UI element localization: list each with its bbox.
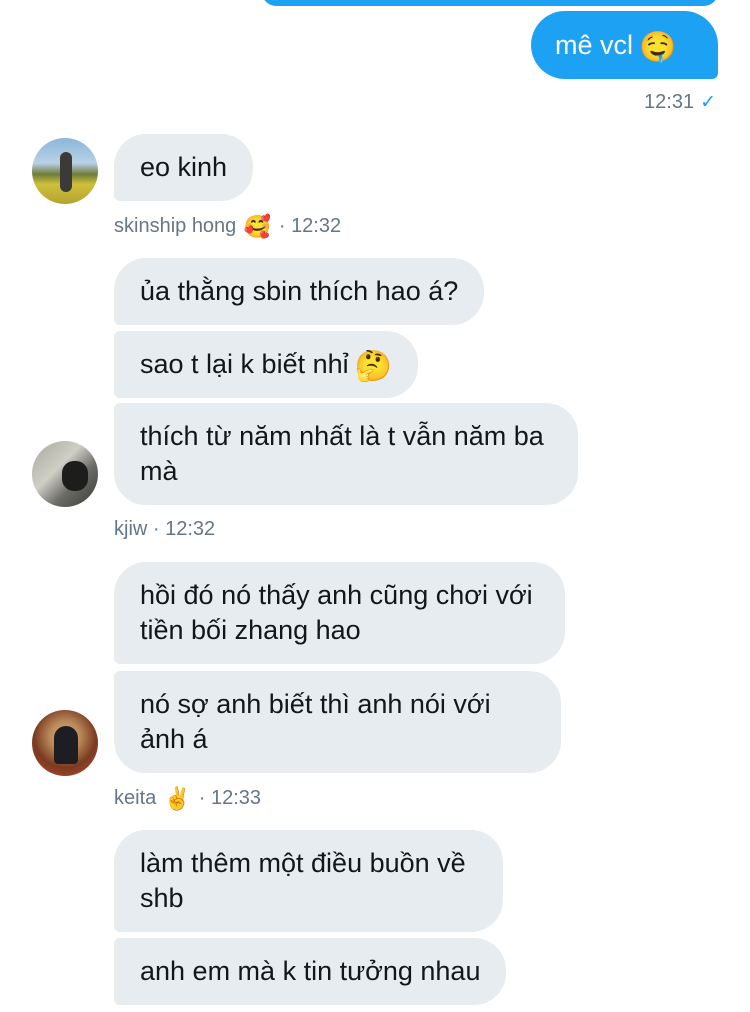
previous-outgoing-bubble xyxy=(262,0,718,6)
message-text: hồi đó nó thấy anh cũng chơi với tiền bố… xyxy=(140,580,533,645)
meta-separator: · xyxy=(193,787,211,809)
incoming-message-bubble[interactable]: ủa thằng sbin thích hao á? xyxy=(114,258,485,325)
avatar-kjiw[interactable] xyxy=(32,441,98,507)
sender-meta: keita ✌️ · 12:33 xyxy=(114,786,261,812)
meta-separator: · xyxy=(273,215,292,237)
avatar-figure xyxy=(54,726,78,764)
outgoing-message-bubble[interactable]: mê vcl 🤤 xyxy=(531,11,718,79)
victory-hand-emoji: ✌️ xyxy=(163,786,192,811)
incoming-message-bubble[interactable]: thích từ năm nhất là t vẫn năm ba mà xyxy=(114,403,578,505)
message-text: nó sợ anh biết thì anh nói với ảnh á xyxy=(140,689,491,754)
incoming-message-bubble[interactable]: eo kinh xyxy=(114,134,254,201)
message-time: 12:33 xyxy=(211,787,262,809)
outgoing-message-time: 12:31 xyxy=(644,91,695,113)
message-text: eo kinh xyxy=(140,152,228,182)
sender-meta: skinship hong 🥰 · 12:32 xyxy=(114,214,341,240)
incoming-message-bubble[interactable]: nó sợ anh biết thì anh nói với ảnh á xyxy=(114,671,561,773)
message-time: 12:32 xyxy=(165,518,216,540)
avatar-figure xyxy=(62,461,88,491)
avatar-skinship-hong[interactable] xyxy=(32,138,98,204)
sender-name: keita xyxy=(114,787,157,809)
incoming-message-bubble[interactable]: anh em mà k tin tưởng nhau xyxy=(114,938,507,1005)
message-text: anh em mà k tin tưởng nhau xyxy=(140,956,481,986)
outgoing-message-text: mê vcl xyxy=(555,30,634,60)
incoming-message-bubble[interactable]: sao t lại k biết nhỉ 🤔 xyxy=(114,331,418,398)
incoming-message-bubble[interactable]: hồi đó nó thấy anh cũng chơi với tiền bố… xyxy=(114,562,565,664)
avatar-figure xyxy=(60,152,72,192)
message-text: làm thêm một điều buồn về shb xyxy=(140,848,466,913)
thinking-face-emoji: 🤔 xyxy=(354,350,392,383)
message-text: sao t lại k biết nhỉ xyxy=(140,349,349,379)
avatar-keita[interactable] xyxy=(32,710,98,776)
smiling-face-with-hearts-emoji: 🥰 xyxy=(243,214,272,239)
sender-name: skinship hong xyxy=(114,215,237,237)
drooling-face-emoji: 🤤 xyxy=(639,31,677,64)
sent-check-icon: ✓ xyxy=(700,92,716,113)
message-text: ủa thằng sbin thích hao á? xyxy=(140,276,459,306)
message-time: 12:32 xyxy=(291,215,342,237)
sender-meta: kjiw · 12:32 xyxy=(114,518,215,541)
outgoing-message-meta: 12:31 ✓ xyxy=(644,91,716,114)
sender-name: kjiw xyxy=(114,518,148,540)
incoming-message-bubble[interactable]: làm thêm một điều buồn về shb xyxy=(114,830,503,932)
meta-separator: · xyxy=(147,518,166,540)
message-text: thích từ năm nhất là t vẫn năm ba mà xyxy=(140,421,544,486)
